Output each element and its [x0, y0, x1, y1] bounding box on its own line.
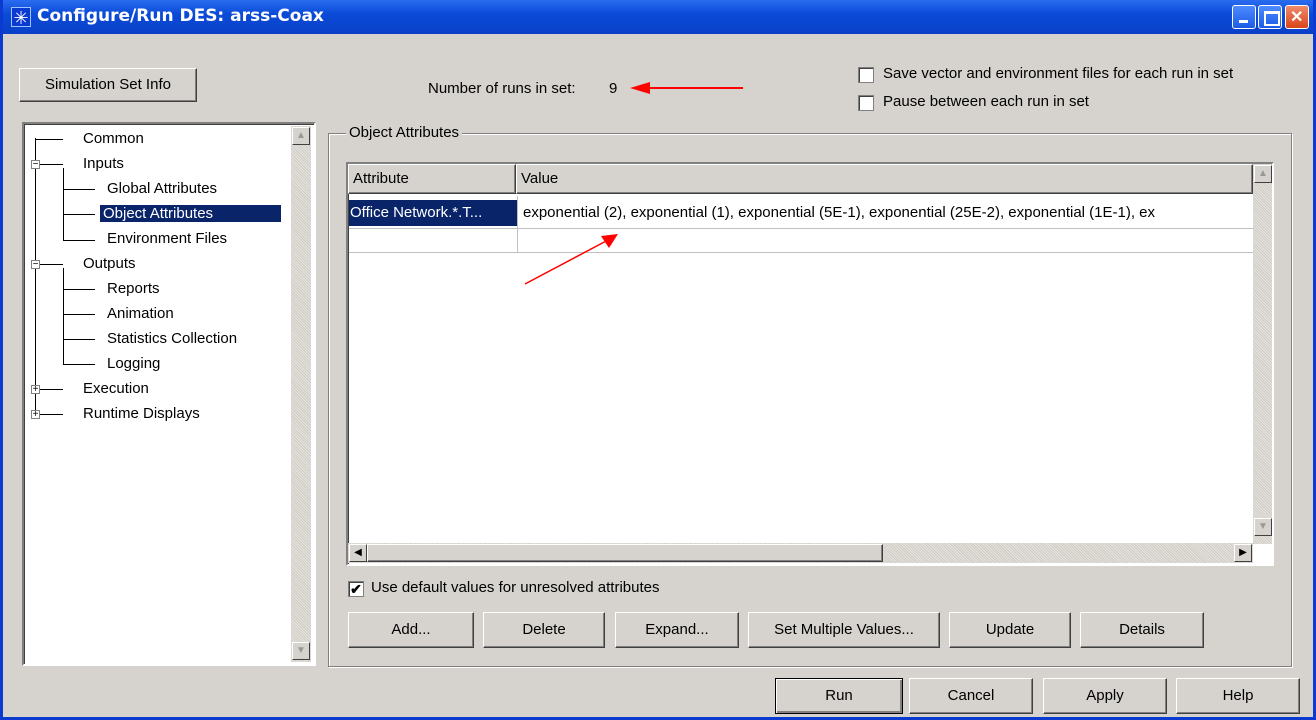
tree-scrollbar[interactable]: [291, 126, 311, 662]
tree-item-outputs[interactable]: Outputs: [83, 255, 136, 272]
apply-button[interactable]: Apply: [1043, 678, 1167, 714]
save-vector-checkbox[interactable]: [858, 67, 874, 83]
add-button[interactable]: Add...: [348, 612, 474, 648]
delete-button[interactable]: Delete: [483, 612, 605, 648]
window-title: Configure/Run DES: arss-Coax: [37, 6, 324, 26]
details-button[interactable]: Details: [1080, 612, 1204, 648]
tree-child-line: [63, 268, 64, 365]
save-vector-label: Save vector and environment files for ea…: [883, 65, 1234, 82]
tree-branch: [63, 314, 95, 315]
expand-icon[interactable]: +: [31, 385, 40, 395]
tree-branch: [35, 139, 63, 140]
tree-item-execution[interactable]: Execution: [83, 380, 149, 397]
set-multiple-values-button[interactable]: Set Multiple Values...: [748, 612, 940, 648]
use-default-values-checkbox[interactable]: ✔: [348, 581, 364, 597]
row-value-cell[interactable]: exponential (2), exponential (1), expone…: [519, 200, 1257, 226]
tree-item-common[interactable]: Common: [83, 130, 144, 147]
tree-item-statistics-collection[interactable]: Statistics Collection: [107, 330, 237, 347]
tree-branch: [63, 214, 95, 215]
row-divider: [349, 252, 1253, 253]
close-button[interactable]: [1285, 5, 1309, 29]
cancel-button[interactable]: Cancel: [909, 678, 1033, 714]
column-header-attribute[interactable]: Attribute: [348, 164, 516, 194]
scroll-up-icon[interactable]: ▲: [292, 127, 310, 145]
collapse-icon[interactable]: −: [31, 260, 40, 270]
expand-button[interactable]: Expand...: [615, 612, 739, 648]
horizontal-scroll-thumb[interactable]: [367, 544, 883, 562]
annotation-arrow-icon: [524, 234, 618, 285]
expand-icon[interactable]: +: [31, 410, 40, 420]
row-attribute-cell[interactable]: Office Network.*.T...: [349, 200, 518, 226]
pause-between-runs-checkbox[interactable]: [858, 95, 874, 111]
scroll-down-icon[interactable]: ▼: [292, 642, 310, 660]
runs-count-label: Number of runs in set:: [428, 80, 576, 97]
tree-item-animation[interactable]: Animation: [107, 305, 174, 322]
collapse-icon[interactable]: −: [31, 160, 40, 170]
tree-branch: [63, 289, 95, 290]
use-default-values-label: Use default values for unresolved attrib…: [371, 579, 660, 596]
column-divider: [517, 196, 518, 252]
tree-branch: [63, 364, 95, 365]
update-button[interactable]: Update: [949, 612, 1071, 648]
tree-branch: [63, 339, 95, 340]
row-divider: [349, 228, 1253, 229]
run-button[interactable]: Run: [775, 678, 903, 714]
scroll-up-icon[interactable]: ▲: [1254, 165, 1272, 183]
pause-between-runs-label: Pause between each run in set: [883, 93, 1089, 110]
group-title: Object Attributes: [346, 124, 463, 141]
tree-branch: [63, 240, 95, 241]
tree-child-line: [63, 168, 64, 240]
tree-item-global-attributes[interactable]: Global Attributes: [107, 180, 217, 197]
tree-item-object-attributes[interactable]: Object Attributes: [99, 204, 282, 223]
tree-item-environment-files[interactable]: Environment Files: [107, 230, 227, 247]
tree-item-logging[interactable]: Logging: [107, 355, 160, 372]
tree-branch: [63, 189, 95, 190]
scroll-right-icon[interactable]: ▶: [1234, 544, 1252, 562]
table-vertical-scrollbar[interactable]: [1253, 164, 1272, 544]
asterisk-app-icon: ✳: [11, 7, 31, 28]
scroll-left-icon[interactable]: ◀: [349, 544, 367, 562]
annotation-arrow-icon: [630, 82, 743, 94]
tree-item-inputs[interactable]: Inputs: [83, 155, 124, 172]
simulation-set-info-button[interactable]: Simulation Set Info: [19, 68, 197, 102]
scroll-down-icon[interactable]: ▼: [1254, 518, 1272, 536]
help-button[interactable]: Help: [1176, 678, 1300, 714]
minimize-button[interactable]: [1232, 5, 1256, 29]
title-bar[interactable]: ✳ Configure/Run DES: arss-Coax: [3, 0, 1313, 34]
runs-count-value: 9: [609, 80, 618, 97]
tree-item-runtime-displays[interactable]: Runtime Displays: [83, 405, 200, 422]
column-header-value[interactable]: Value: [516, 164, 1253, 194]
maximize-button[interactable]: [1258, 5, 1282, 29]
tree-root-line: [35, 138, 36, 414]
tree-item-reports[interactable]: Reports: [107, 280, 160, 297]
category-tree[interactable]: [22, 122, 316, 666]
configure-run-dialog: ✳ Configure/Run DES: arss-Coax Simulatio…: [0, 0, 1316, 720]
